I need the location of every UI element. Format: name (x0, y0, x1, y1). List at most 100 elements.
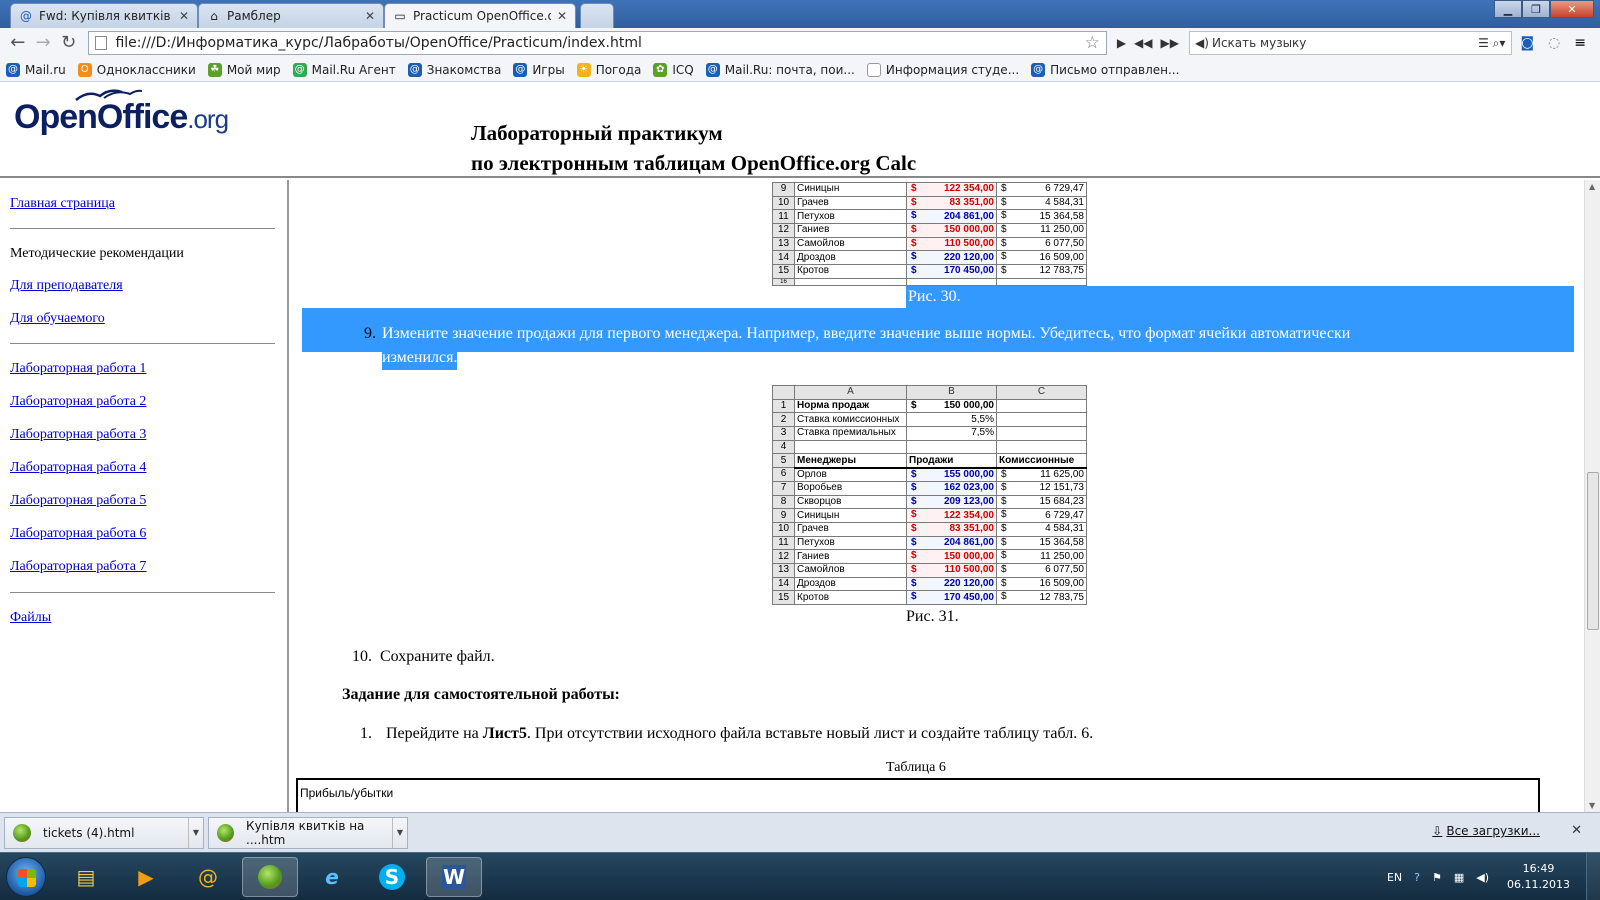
bookmark-agent[interactable]: @ Mail.Ru Агент (292, 62, 396, 77)
explorer-taskbar-icon[interactable]: ▤ (58, 857, 114, 897)
rate-value-cell: 7,5% (906, 426, 997, 441)
language-indicator[interactable]: EN (1387, 871, 1402, 884)
currency-sign: $ (911, 509, 917, 521)
sidebar-link-lab-3[interactable]: Лабораторная работа 3 (10, 427, 146, 442)
row-number: 13 (772, 562, 795, 578)
close-tab-icon[interactable]: ✕ (365, 9, 375, 23)
bookmark-pismo[interactable]: @ Письмо отправлен... (1031, 62, 1180, 77)
manager-name-cell: Ганиев (794, 549, 907, 564)
sidebar-link-student[interactable]: Для обучаемого (10, 311, 105, 326)
fast-forward-icon[interactable]: ▶▶ (1161, 36, 1179, 50)
sales-value: 110 500,00 (944, 564, 995, 576)
wrench-menu-icon[interactable]: ≡ (1574, 35, 1586, 51)
volume-icon[interactable]: ◀) (1476, 871, 1489, 884)
minimize-button[interactable]: ▁ (1494, 0, 1522, 18)
skype-taskbar-icon[interactable]: S (364, 857, 420, 897)
bookmark-mailru[interactable]: @ Mail.ru (6, 62, 66, 77)
help-icon[interactable]: ? (1414, 871, 1420, 884)
download-item[interactable]: tickets (4).html ▼ (4, 816, 204, 849)
forward-button[interactable]: → (31, 31, 54, 55)
reload-button[interactable]: ↻ (57, 31, 80, 55)
row-number: 16 (772, 277, 795, 286)
manager-name-cell: Кротов (794, 590, 907, 605)
bookmark-star-icon[interactable]: ☆ (1085, 32, 1100, 54)
play-icon[interactable]: ▶ (1117, 36, 1126, 50)
tab-practicum[interactable]: ▭ Practicum OpenOffice.org ✕ (384, 3, 576, 28)
task-heading: Задание для самостоятельной работы: (342, 686, 620, 703)
tab-title: Рамблер (227, 9, 281, 23)
bookmark-icq[interactable]: ✿ ICQ (653, 62, 694, 77)
currency-sign: $ (1001, 522, 1007, 534)
clock[interactable]: 16:49 06.11.2013 (1507, 861, 1570, 893)
music-search-input[interactable]: ◀) Искать музыку ☰ ⌕▾ (1188, 31, 1513, 55)
internet-explorer-taskbar-icon[interactable]: e (304, 857, 360, 897)
table-row: 15 Кротов $170 450,00 $12 783,75 (772, 590, 1087, 605)
start-button[interactable] (6, 857, 46, 897)
bookmark-informaciya[interactable]: Информация студе... (866, 62, 1019, 77)
sidebar-link-lab-4[interactable]: Лабораторная работа 4 (10, 460, 146, 475)
bookmark-odnoklassniki[interactable]: O Одноклассники (77, 62, 196, 77)
bookmark-moy-mir[interactable]: ☘ Мой мир (207, 62, 281, 77)
scroll-up-arrow[interactable]: ▲ (1589, 182, 1595, 191)
scroll-down-arrow[interactable]: ▼ (1589, 801, 1595, 810)
back-button[interactable]: ← (6, 31, 29, 55)
agent-icon: @ (292, 62, 307, 77)
word-taskbar-icon[interactable]: W (426, 857, 482, 897)
close-window-button[interactable]: ✕ (1550, 0, 1594, 18)
media-player-taskbar-icon[interactable]: ▶ (118, 857, 174, 897)
table-cell (794, 439, 907, 455)
bookmark-znakomstva[interactable]: @ Знакомства (407, 62, 501, 77)
tab-fwd-tickets[interactable]: @ Fwd: Купівля квитків на ✕ (10, 3, 198, 28)
sales-cell: $204 861,00 (906, 535, 997, 551)
table-6-caption: Таблица 6 (886, 760, 946, 775)
sidebar-link-lab-1[interactable]: Лабораторная работа 1 (10, 361, 146, 376)
spreadsheet-figure-30: 9 Синицын $122 354,00 $6 729,47 10 Грачев $83 … (772, 182, 1087, 286)
chevron-down-icon[interactable]: ▼ (187, 817, 199, 848)
network-icon[interactable]: ▦ (1454, 871, 1464, 884)
maximize-button[interactable]: ❐ (1522, 0, 1550, 18)
all-downloads-link[interactable]: ⇩ Все загрузки... (1432, 824, 1540, 838)
scrollbar-thumb[interactable] (1587, 472, 1599, 630)
sidebar-link-lab-7[interactable]: Лабораторная работа 7 (10, 559, 146, 574)
close-tab-icon[interactable]: ✕ (557, 9, 567, 23)
manager-name-cell: Орлов (794, 467, 907, 482)
currency-sign: $ (1001, 563, 1007, 575)
row-number: 1 (772, 398, 795, 414)
close-tab-icon[interactable]: ✕ (179, 9, 189, 23)
flag-icon[interactable]: ⚑ (1432, 871, 1442, 884)
sidebar-link-teacher[interactable]: Для преподавателя (10, 278, 123, 293)
search-icon[interactable]: ☰ ⌕▾ (1478, 32, 1505, 54)
chevron-down-icon[interactable]: ▼ (391, 817, 403, 848)
sidebar-link-lab-6[interactable]: Лабораторная работа 6 (10, 526, 146, 541)
page-title: Лабораторный практикум по электронным та… (471, 118, 916, 178)
bookmark-label: Письмо отправлен... (1050, 62, 1180, 77)
bookmark-pogoda[interactable]: ☀ Погода (576, 62, 641, 77)
mailru-extension-icon[interactable]: ◙ (1520, 35, 1534, 51)
chrome-taskbar-icon[interactable] (242, 857, 298, 897)
mailru-agent-taskbar-icon[interactable]: @ (180, 857, 236, 897)
sales-value: 155 000,00 (943, 468, 994, 480)
sidebar-link-lab-5[interactable]: Лабораторная работа 5 (10, 493, 146, 508)
close-downloads-button[interactable]: ✕ (1571, 823, 1582, 838)
manager-name-cell: Петухов (794, 535, 907, 551)
commission-value: 4 584,31 (1045, 197, 1084, 209)
sales-cell: $209 123,00 (906, 494, 997, 510)
sidebar-link-lab-2[interactable]: Лабораторная работа 2 (10, 394, 146, 409)
currency-sign: $ (911, 481, 917, 493)
show-desktop-button[interactable] (1586, 853, 1600, 900)
windows-logo-icon (18, 869, 36, 887)
sidebar-link-home[interactable]: Главная страница (10, 196, 115, 211)
sidebar-link-files[interactable]: Файлы (10, 610, 51, 625)
new-tab-button[interactable] (580, 3, 614, 28)
rewind-icon[interactable]: ◀◀ (1134, 36, 1152, 50)
page-scrollbar[interactable]: ▲ ▼ (1584, 180, 1600, 812)
bookmark-mailru-pochta[interactable]: @ Mail.Ru: почта, пои... (705, 62, 855, 77)
sales-value: 204 861,00 (943, 210, 994, 222)
tab-rambler[interactable]: ⌂ Рамблер ✕ (198, 3, 384, 28)
address-bar[interactable]: file:///D:/Информатика_курс/Лабработы/Op… (88, 31, 1107, 55)
sputnik-icon[interactable]: ◌ (1548, 35, 1560, 51)
table-row: 11 Петухов $204 861,00 $15 364,58 (772, 535, 1087, 551)
download-item[interactable]: Купівля квитків на ....htm ▼ (208, 816, 408, 849)
manager-name-cell: Грачев (794, 195, 907, 211)
bookmark-igry[interactable]: @ Игры (513, 62, 565, 77)
